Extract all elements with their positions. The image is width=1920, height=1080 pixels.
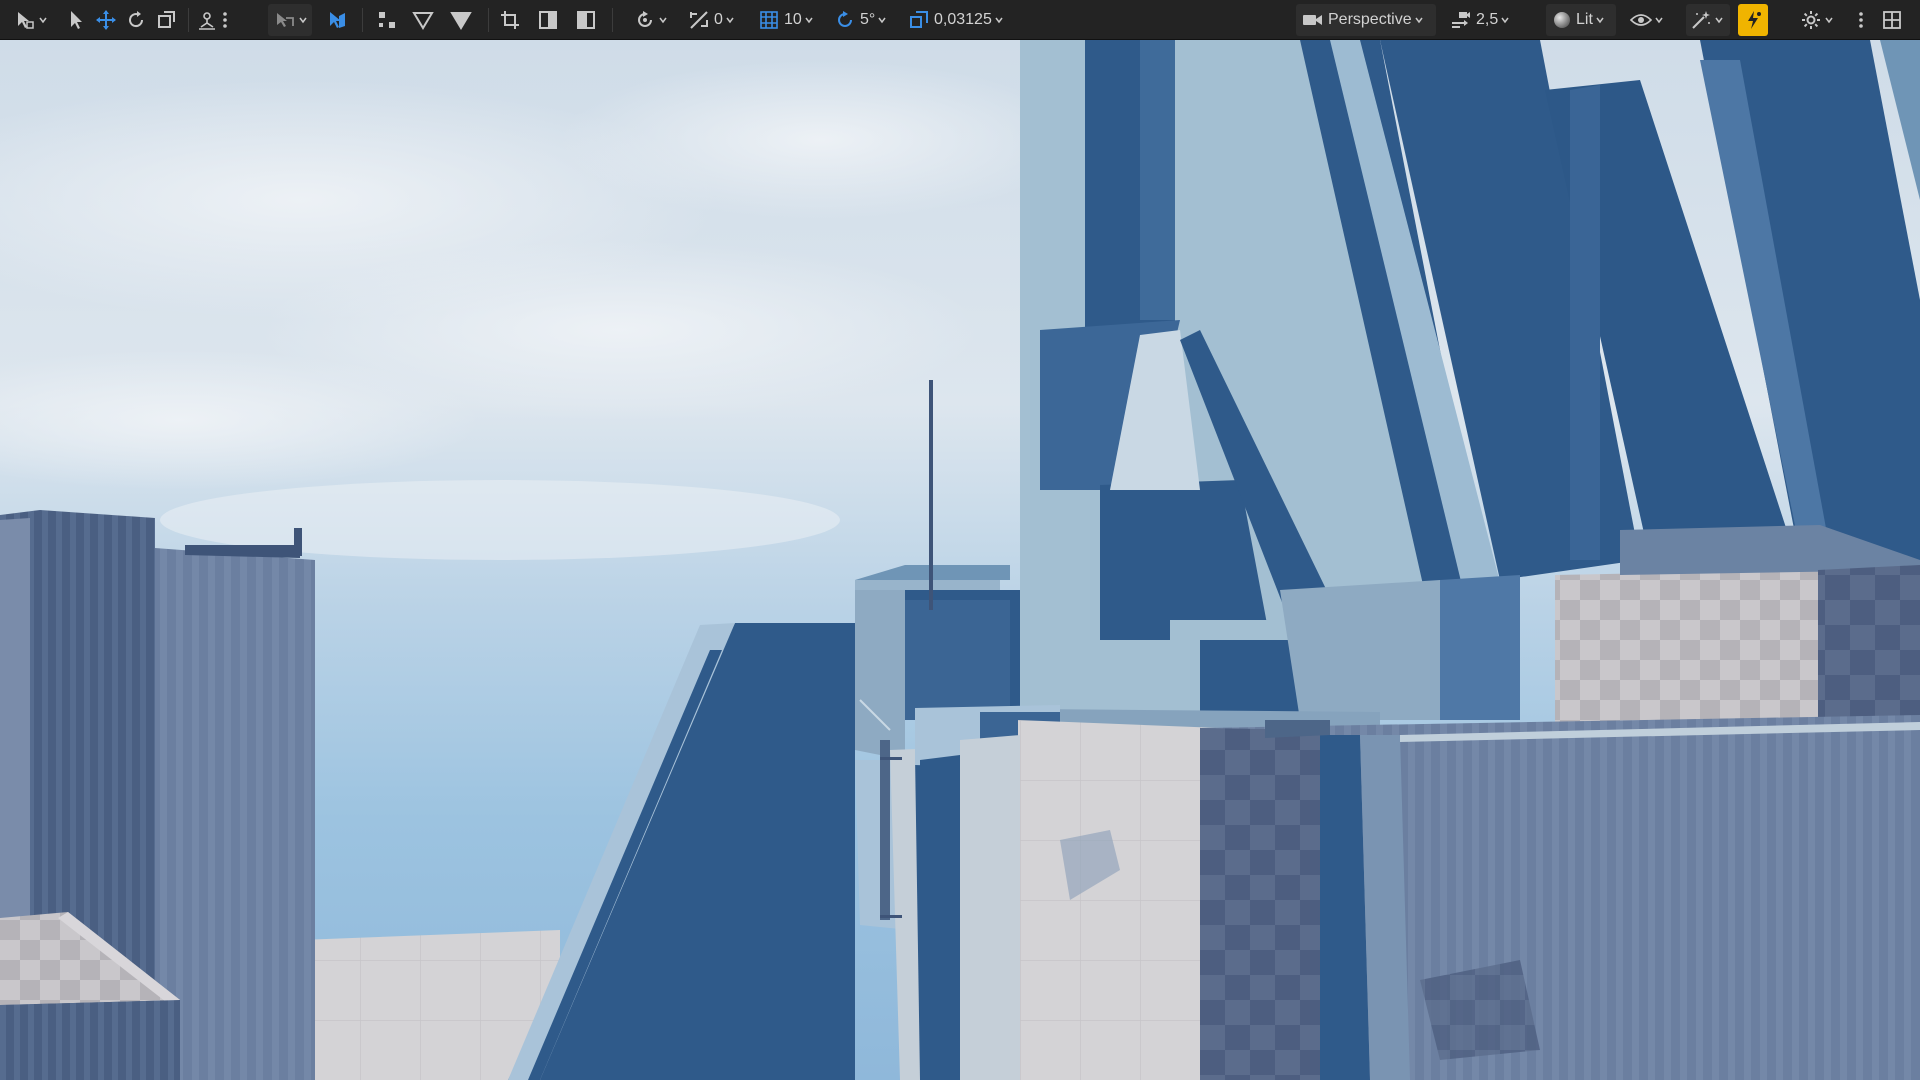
rotation-snap-value: 5° — [860, 11, 876, 28]
eye-icon — [1630, 12, 1652, 28]
gear-icon — [1800, 9, 1822, 31]
translate-tool-button[interactable] — [95, 4, 119, 36]
chevron-down-icon — [38, 15, 48, 25]
scale-icon — [155, 9, 177, 31]
lightning-person-icon — [1742, 9, 1764, 31]
move-snap-value: 0 — [714, 11, 723, 28]
snap-rotate-icon — [634, 9, 656, 31]
filled-triangle-button[interactable] — [450, 4, 474, 36]
camera-speed-icon — [1450, 9, 1472, 31]
rotation-snap-dropdown[interactable]: 5° — [834, 4, 896, 36]
more-options-button[interactable] — [222, 4, 234, 36]
move-snap-dropdown[interactable]: 0 — [688, 4, 744, 36]
rotate-icon — [125, 9, 147, 31]
grid-snap-value: 10 — [784, 11, 802, 28]
layout-grid-icon — [1882, 10, 1902, 30]
chevron-down-icon — [298, 15, 308, 25]
pointer-icon — [66, 9, 86, 31]
lighting-mode-dropdown[interactable]: Lit — [1546, 4, 1616, 36]
surface-snap-icon — [196, 9, 218, 31]
performance-warning-button[interactable] — [1738, 4, 1768, 36]
chevron-down-icon — [1654, 15, 1664, 25]
level-editor-window: 0 10 5° 0,03125 Perspective 2,5 Lit — [0, 0, 1920, 1080]
toolbar-separator — [612, 8, 613, 32]
chevron-down-icon — [658, 15, 668, 25]
select-tool-button[interactable] — [66, 4, 90, 36]
transform-snap-dropdown[interactable] — [634, 4, 674, 36]
level-viewport[interactable] — [0, 40, 1920, 1080]
snap-to-vertex-button[interactable] — [376, 4, 400, 36]
chevron-down-icon — [994, 15, 1004, 25]
chevron-down-icon — [725, 15, 735, 25]
scale-snap-dropdown[interactable]: 0,03125 — [908, 4, 1018, 36]
camera-speed-dropdown[interactable]: 2,5 — [1450, 4, 1514, 36]
snap-move-icon — [688, 9, 710, 31]
triangle-outline-icon — [412, 9, 434, 31]
world-space-icon — [326, 9, 348, 31]
chevron-down-icon — [1714, 15, 1724, 25]
half-square-icon — [575, 9, 597, 31]
view-mode-label: Perspective — [1328, 11, 1412, 28]
viewport-settings-dropdown[interactable] — [1800, 4, 1840, 36]
chevron-down-icon — [1500, 15, 1510, 25]
view-mode-dropdown[interactable]: Perspective — [1296, 4, 1436, 36]
viewport-toolbar: 0 10 5° 0,03125 Perspective 2,5 Lit — [0, 0, 1920, 40]
toolbar-separator — [362, 8, 363, 32]
chevron-down-icon — [877, 15, 887, 25]
chevron-down-icon — [1824, 15, 1834, 25]
world-local-toggle-button[interactable] — [326, 4, 352, 36]
magic-wand-icon — [1690, 9, 1712, 31]
crop-icon — [499, 9, 521, 31]
scale-tool-button[interactable] — [155, 4, 179, 36]
grid-icon — [758, 9, 780, 31]
kebab-menu-icon — [1858, 10, 1864, 30]
scale-snap-icon — [908, 9, 930, 31]
grid-snap-dropdown[interactable]: 10 — [758, 4, 822, 36]
outline-triangle-button[interactable] — [412, 4, 436, 36]
move-arrows-icon — [95, 9, 117, 31]
selection-mode-dropdown[interactable] — [14, 4, 54, 36]
lit-sphere-icon — [1552, 10, 1572, 30]
surface-snapping-button[interactable] — [196, 4, 220, 36]
camera-icon — [1302, 11, 1324, 29]
realtime-options-dropdown[interactable] — [1686, 4, 1730, 36]
triangle-filled-icon — [450, 9, 472, 31]
half-filled-view-button[interactable] — [575, 4, 599, 36]
chevron-down-icon — [804, 15, 814, 25]
vertex-snap-icon — [376, 9, 398, 31]
lighting-mode-label: Lit — [1576, 11, 1593, 28]
viewport-more-options-button[interactable] — [1858, 4, 1870, 36]
toolbar-separator — [488, 8, 489, 32]
chevron-down-icon — [1414, 15, 1424, 25]
split-view-button[interactable] — [537, 4, 561, 36]
crop-view-button[interactable] — [499, 4, 523, 36]
rotation-snap-icon — [834, 9, 856, 31]
select-mode-icon — [14, 9, 36, 31]
chevron-down-icon — [1595, 15, 1605, 25]
split-square-icon — [537, 9, 559, 31]
scene-render — [0, 40, 1920, 1080]
transform-space-dropdown[interactable] — [268, 4, 312, 36]
scale-snap-value: 0,03125 — [934, 11, 992, 28]
local-space-icon — [274, 9, 296, 31]
show-flags-dropdown[interactable] — [1630, 4, 1672, 36]
rotate-tool-button[interactable] — [125, 4, 149, 36]
camera-speed-value: 2,5 — [1476, 11, 1499, 28]
toolbar-separator — [188, 8, 189, 32]
viewport-layout-button[interactable] — [1882, 4, 1908, 36]
kebab-menu-icon — [222, 10, 228, 30]
